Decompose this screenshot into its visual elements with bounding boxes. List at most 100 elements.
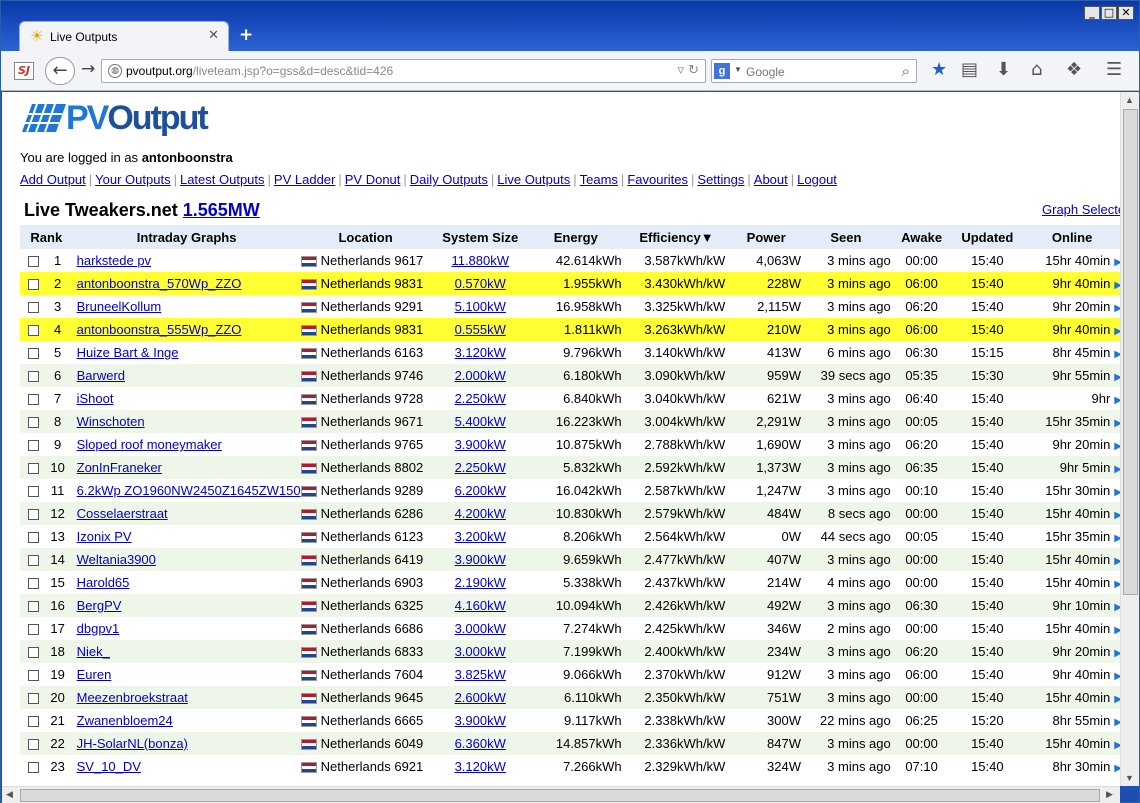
system-size-link[interactable]: 3.900kW <box>455 437 506 452</box>
close-window-button[interactable]: ✕ <box>1118 6 1134 20</box>
select-checkbox[interactable] <box>28 509 39 521</box>
clipboard-icon[interactable]: ▤ <box>961 60 978 80</box>
graph-selected-link[interactable]: Graph Selecte <box>1042 202 1120 217</box>
system-size-link[interactable]: 2.250kW <box>455 391 506 406</box>
reload-icon[interactable]: ▿ ↻ <box>677 63 699 78</box>
select-checkbox[interactable] <box>28 302 39 314</box>
browser-tab[interactable]: ☀ Live Outputs ✕ <box>19 21 229 51</box>
select-checkbox[interactable] <box>28 371 39 383</box>
select-checkbox[interactable] <box>28 532 39 544</box>
system-size-link[interactable]: 2.600kW <box>455 690 506 705</box>
system-size-link[interactable]: 3.120kW <box>455 759 506 774</box>
select-checkbox[interactable] <box>28 440 39 452</box>
addon-icon[interactable]: SJ <box>14 62 34 80</box>
system-size-link[interactable]: 3.825kW <box>455 667 506 682</box>
search-icon[interactable]: ⌕ <box>902 62 910 80</box>
system-size-link[interactable]: 11.880kW <box>451 253 509 268</box>
select-checkbox[interactable] <box>28 762 39 774</box>
nav-link-favourites[interactable]: Favourites <box>627 172 688 187</box>
select-checkbox[interactable] <box>28 463 39 475</box>
new-tab-button[interactable]: + <box>239 25 253 45</box>
select-checkbox[interactable] <box>28 394 39 406</box>
select-checkbox[interactable] <box>28 601 39 613</box>
menu-icon[interactable]: ☰ <box>1106 60 1122 80</box>
select-checkbox[interactable] <box>28 486 39 498</box>
system-size-link[interactable]: 2.250kW <box>455 460 506 475</box>
system-link[interactable]: iShoot <box>77 391 114 406</box>
system-link[interactable]: Harold65 <box>77 575 130 590</box>
system-link[interactable]: antonboonstra_570Wp_ZZO <box>77 276 242 291</box>
select-checkbox[interactable] <box>28 555 39 567</box>
horizontal-scrollbar[interactable]: ◀ ▶ <box>2 786 1120 803</box>
nav-link-add-output[interactable]: Add Output <box>20 172 86 187</box>
nav-link-pv-donut[interactable]: PV Donut <box>345 172 401 187</box>
system-link[interactable]: 6.2kWp ZO1960NW2450Z1645ZW150 <box>77 483 301 498</box>
system-size-link[interactable]: 6.360kW <box>455 736 506 751</box>
select-checkbox[interactable] <box>28 578 39 590</box>
system-size-link[interactable]: 2.000kW <box>455 368 506 383</box>
system-link[interactable]: Cosselaerstraat <box>77 506 168 521</box>
nav-link-live-outputs[interactable]: Live Outputs <box>497 172 570 187</box>
nav-link-daily-outputs[interactable]: Daily Outputs <box>410 172 488 187</box>
system-link[interactable]: Huize Bart & Inge <box>77 345 179 360</box>
system-size-link[interactable]: 5.400kW <box>455 414 506 429</box>
system-size-link[interactable]: 6.200kW <box>455 483 506 498</box>
select-checkbox[interactable] <box>28 348 39 360</box>
home-icon[interactable]: ⌂ <box>1031 60 1042 80</box>
chevron-down-icon[interactable]: ▼ <box>734 65 742 74</box>
system-size-link[interactable]: 4.160kW <box>455 598 506 613</box>
system-link[interactable]: BergPV <box>77 598 122 613</box>
forward-button[interactable]: → <box>81 59 95 79</box>
system-link[interactable]: BruneelKollum <box>77 299 162 314</box>
select-checkbox[interactable] <box>28 739 39 751</box>
nav-link-settings[interactable]: Settings <box>697 172 744 187</box>
system-size-link[interactable]: 2.190kW <box>455 575 506 590</box>
system-size-link[interactable]: 3.900kW <box>455 552 506 567</box>
minimize-button[interactable]: _ <box>1084 6 1100 20</box>
nav-link-logout[interactable]: Logout <box>797 172 837 187</box>
system-size-link[interactable]: 0.555kW <box>455 322 506 337</box>
column-header[interactable]: Efficiency▼ <box>621 225 732 249</box>
nav-link-pv-ladder[interactable]: PV Ladder <box>274 172 335 187</box>
search-box[interactable]: g ▼ Google ⌕ <box>711 59 917 83</box>
system-link[interactable]: Winschoten <box>77 414 145 429</box>
vertical-scrollbar[interactable]: ▲ ▼ <box>1120 92 1139 786</box>
system-link[interactable]: Zwanenbloem24 <box>77 713 173 728</box>
scroll-thumb[interactable] <box>1123 109 1138 595</box>
select-checkbox[interactable] <box>28 716 39 728</box>
system-size-link[interactable]: 3.000kW <box>455 644 506 659</box>
scroll-thumb-horizontal[interactable] <box>20 789 1100 802</box>
nav-link-about[interactable]: About <box>754 172 788 187</box>
system-link[interactable]: Meezenbroekstraat <box>77 690 188 705</box>
team-total-link[interactable]: 1.565MW <box>183 200 260 220</box>
maximize-button[interactable]: □ <box>1101 6 1117 20</box>
select-checkbox[interactable] <box>28 417 39 429</box>
system-link[interactable]: Izonix PV <box>77 529 132 544</box>
scroll-up-icon[interactable]: ▲ <box>1125 95 1134 105</box>
nav-link-latest-outputs[interactable]: Latest Outputs <box>180 172 265 187</box>
select-checkbox[interactable] <box>28 647 39 659</box>
select-checkbox[interactable] <box>28 624 39 636</box>
star-icon[interactable]: ★ <box>931 60 947 80</box>
select-checkbox[interactable] <box>28 279 39 291</box>
select-checkbox[interactable] <box>28 325 39 337</box>
system-link[interactable]: SV_10_DV <box>77 759 141 774</box>
system-link[interactable]: ZonInFraneker <box>77 460 162 475</box>
system-size-link[interactable]: 0.570kW <box>455 276 506 291</box>
system-link[interactable]: Euren <box>77 667 112 682</box>
system-size-link[interactable]: 3.000kW <box>455 621 506 636</box>
system-link[interactable]: Niek_ <box>77 644 110 659</box>
select-checkbox[interactable] <box>28 256 39 268</box>
address-bar[interactable]: ◍ pvoutput.org/liveteam.jsp?o=gss&d=desc… <box>101 59 706 83</box>
system-size-link[interactable]: 4.200kW <box>455 506 506 521</box>
system-size-link[interactable]: 3.900kW <box>455 713 506 728</box>
nav-link-your-outputs[interactable]: Your Outputs <box>95 172 170 187</box>
system-link[interactable]: Barwerd <box>77 368 125 383</box>
scroll-left-icon[interactable]: ◀ <box>6 789 13 800</box>
system-link[interactable]: antonboonstra_555Wp_ZZO <box>77 322 242 337</box>
close-tab-icon[interactable]: ✕ <box>208 28 219 43</box>
system-size-link[interactable]: 5.100kW <box>455 299 506 314</box>
system-link[interactable]: JH-SolarNL(bonza) <box>77 736 188 751</box>
download-icon[interactable]: ⬇ <box>996 60 1011 80</box>
system-size-link[interactable]: 3.120kW <box>455 345 506 360</box>
